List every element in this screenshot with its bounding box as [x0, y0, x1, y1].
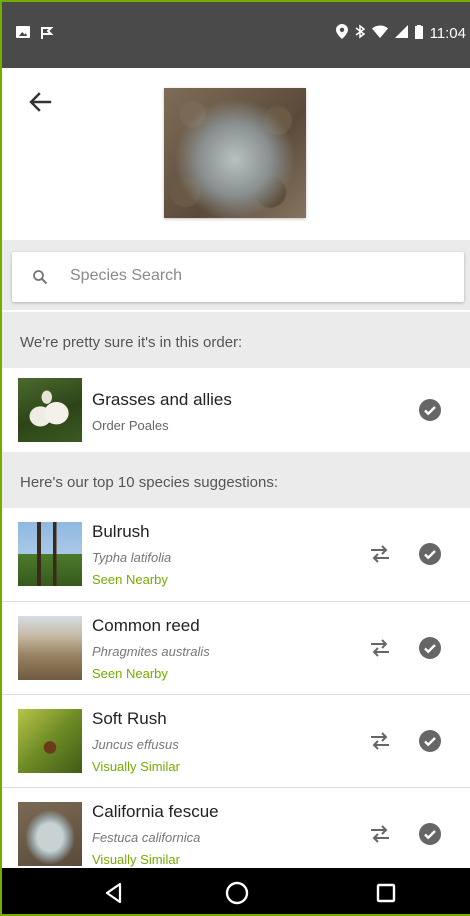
compare-icon[interactable]: [368, 729, 392, 753]
search-placeholder: Species Search: [70, 267, 183, 284]
status-time: 11:04: [429, 25, 466, 42]
compare-icon[interactable]: [368, 542, 392, 566]
order-thumbnail: [18, 378, 82, 442]
check-circle-icon[interactable]: [418, 729, 442, 753]
check-circle-icon[interactable]: [418, 822, 442, 846]
wifi-icon: [371, 25, 388, 42]
flag-notification-icon: [40, 26, 54, 40]
check-circle-icon[interactable]: [418, 636, 442, 660]
species-name: Common reed: [92, 616, 200, 635]
species-thumbnail: [18, 522, 82, 586]
search-icon: [33, 270, 48, 285]
location-icon: [335, 24, 348, 43]
species-scientific-name: Phragmites australis: [92, 644, 210, 659]
battery-icon: [414, 24, 423, 43]
species-scientific-name: Typha latifolia: [92, 550, 172, 565]
bluetooth-icon: [355, 24, 365, 43]
species-name: Bulrush: [92, 522, 150, 541]
check-circle-icon[interactable]: [418, 542, 442, 566]
order-section-heading: We're pretty sure it's in this order:: [2, 312, 470, 368]
species-row[interactable]: Common reed Phragmites australis Seen Ne…: [2, 602, 470, 694]
back-arrow-icon: [29, 92, 52, 112]
nav-back-icon[interactable]: [100, 879, 128, 907]
species-search-input[interactable]: Species Search: [12, 252, 464, 302]
species-tag: Visually Similar: [92, 852, 180, 867]
species-tag: Visually Similar: [92, 759, 180, 774]
app-frame: 11:04 Species Search We're pretty sure i…: [0, 0, 470, 916]
species-thumbnail: [18, 709, 82, 773]
species-thumbnail: [18, 616, 82, 680]
species-scientific-name: Juncus effusus: [92, 737, 179, 752]
check-circle-icon[interactable]: [418, 398, 442, 422]
species-row[interactable]: Soft Rush Juncus effusus Visually Simila…: [2, 695, 470, 787]
system-nav-bar: [2, 868, 470, 914]
species-tag: Seen Nearby: [92, 666, 168, 681]
nav-home-icon[interactable]: [223, 879, 251, 907]
observation-header: [2, 68, 470, 240]
nav-recents-icon[interactable]: [372, 879, 400, 907]
observation-photo: [164, 88, 306, 218]
compare-icon[interactable]: [368, 822, 392, 846]
back-button[interactable]: [24, 86, 56, 118]
order-rank: Order Poales: [92, 418, 169, 433]
species-row[interactable]: California fescue Festuca californica Vi…: [2, 788, 470, 868]
species-thumbnail: [18, 802, 82, 866]
compare-icon[interactable]: [368, 636, 392, 660]
species-name: Soft Rush: [92, 709, 167, 728]
search-area: Species Search: [2, 240, 470, 310]
species-row[interactable]: Bulrush Typha latifolia Seen Nearby: [2, 508, 470, 601]
gallery-notification-icon: [16, 26, 30, 38]
order-name: Grasses and allies: [92, 390, 232, 409]
cell-signal-icon: [394, 25, 408, 42]
order-row[interactable]: Grasses and allies Order Poales: [2, 368, 470, 452]
species-section-heading: Here's our top 10 species suggestions:: [2, 452, 470, 508]
species-name: California fescue: [92, 802, 219, 821]
species-scientific-name: Festuca californica: [92, 830, 201, 845]
status-bar: 11:04: [2, 2, 470, 68]
species-tag: Seen Nearby: [92, 572, 168, 587]
